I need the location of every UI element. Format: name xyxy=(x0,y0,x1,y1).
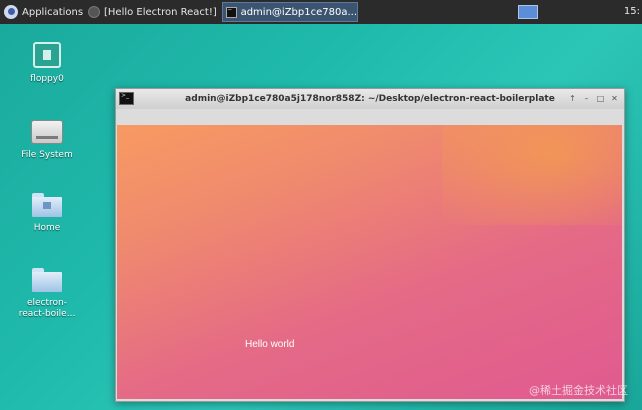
desktop-icon-label: File System xyxy=(21,150,73,160)
maximize-button[interactable]: □ xyxy=(595,93,606,104)
taskbar-item-hello-electron[interactable]: [Hello Electron React!] xyxy=(86,2,218,22)
desktop-icon-home[interactable]: Home xyxy=(12,193,82,234)
watermark: @稀土掘金技术社区 xyxy=(529,384,628,397)
app-content-area: Hello world xyxy=(117,125,622,399)
close-button[interactable]: ✕ xyxy=(609,93,620,104)
shade-button[interactable]: ↑ xyxy=(567,93,578,104)
clock: 15: xyxy=(623,6,640,17)
top-panel: Applications [Hello Electron React!] adm… xyxy=(0,0,642,24)
window-titlebar[interactable]: admin@iZbp1ce780a5j178nor858Z: ~/Desktop… xyxy=(116,89,624,109)
home-folder-icon xyxy=(32,193,62,217)
terminal-window[interactable]: admin@iZbp1ce780a5j178nor858Z: ~/Desktop… xyxy=(115,88,625,402)
applications-menu[interactable]: Applications xyxy=(0,0,83,24)
desktop-icon-file-system[interactable]: File System xyxy=(12,118,82,161)
workspace-switcher[interactable] xyxy=(518,5,538,19)
desktop-icon-floppy[interactable]: floppy0 xyxy=(12,42,82,85)
taskbar-item-label: admin@iZbp1ce780a... xyxy=(240,6,357,18)
taskbar-item-terminal[interactable]: admin@iZbp1ce780a... xyxy=(222,2,358,22)
applications-label: Applications xyxy=(22,6,84,18)
folder-icon xyxy=(32,268,62,292)
hello-world-text: Hello world xyxy=(245,339,295,350)
desktop-icon-electron-folder[interactable]: electron- react-boile... xyxy=(12,268,82,320)
terminal-icon xyxy=(226,2,237,18)
desktop-icon-label: floppy0 xyxy=(30,74,64,84)
floppy-icon xyxy=(33,42,61,68)
window-title: admin@iZbp1ce780a5j178nor858Z: ~/Desktop… xyxy=(185,94,555,104)
minimize-button[interactable]: – xyxy=(581,93,592,104)
taskbar-item-label: [Hello Electron React!] xyxy=(104,6,217,18)
xfce-logo-icon xyxy=(4,5,18,19)
desktop-icon-label: electron- react-boile... xyxy=(18,298,76,319)
app-icon xyxy=(88,6,100,18)
hard-drive-icon xyxy=(31,120,63,144)
desktop-icon-label: Home xyxy=(33,223,61,233)
